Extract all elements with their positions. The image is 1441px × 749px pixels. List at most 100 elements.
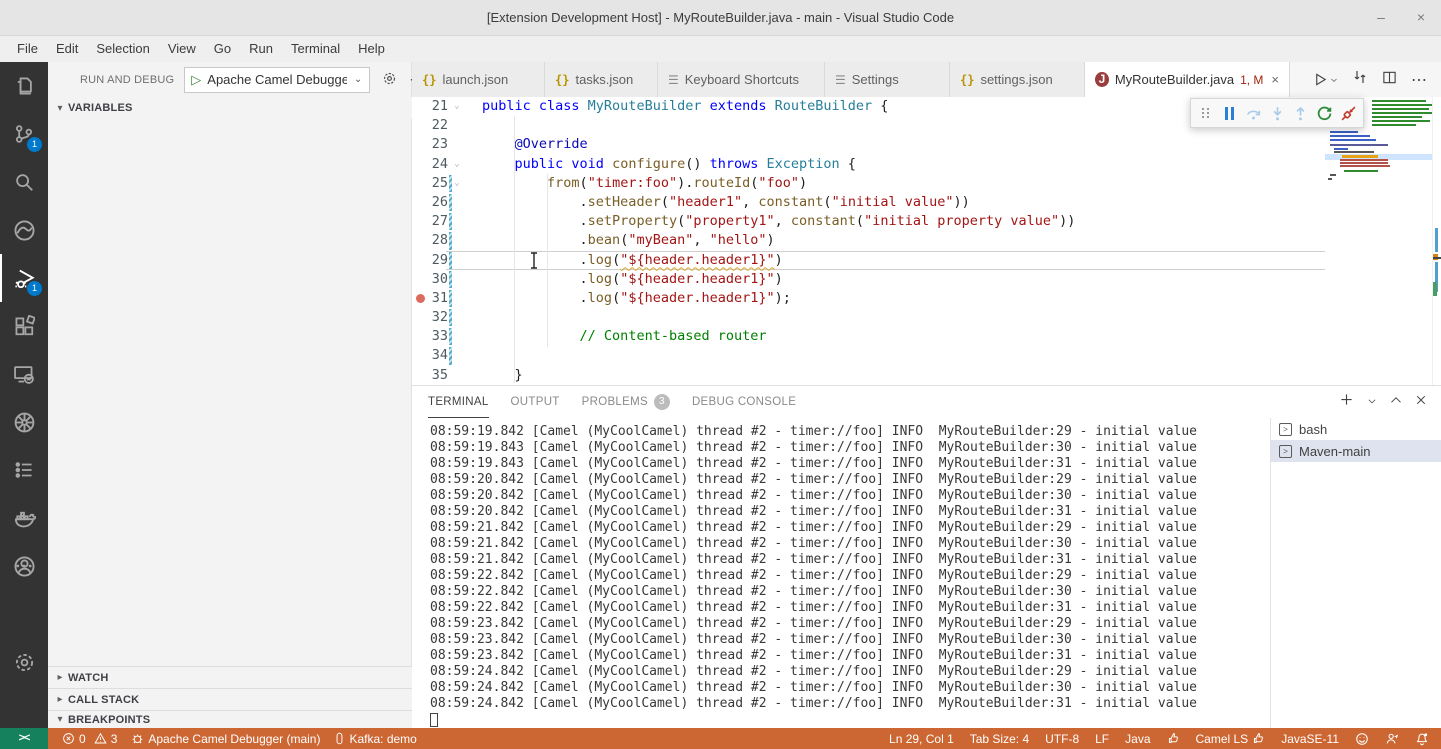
jdk-status[interactable]: JavaSE-11 [1281,732,1339,746]
kafka-status[interactable]: Kafka: demo [334,732,416,746]
code-text[interactable]: .setHeader("header1", constant("initial … [462,193,970,212]
open-changes-icon[interactable] [1352,69,1368,90]
code-line-33[interactable]: 33 // Content-based router [412,327,1441,346]
code-text[interactable]: // Content-based router [462,327,766,346]
menu-help[interactable]: Help [349,36,394,62]
run-java-button[interactable] [1313,72,1338,87]
code-text[interactable]: public void configure() throws Exception… [462,155,856,174]
account-status-icon[interactable] [1385,732,1399,746]
minimize-button[interactable]: – [1361,0,1401,36]
code-text[interactable]: public class MyRouteBuilder extends Rout… [462,97,888,116]
code-line-23[interactable]: 23 @Override [412,135,1441,154]
fold-chevron-icon[interactable] [452,327,462,346]
fold-chevron-icon[interactable] [452,135,462,154]
menu-edit[interactable]: Edit [47,36,87,62]
tab-debug-console[interactable]: DEBUG CONSOLE [692,387,796,417]
tab-problems[interactable]: PROBLEMS3 [582,387,670,417]
code-line-34[interactable]: 34 [412,346,1441,365]
search-icon[interactable] [0,158,48,206]
tab-output[interactable]: OUTPUT [511,387,560,417]
menu-view[interactable]: View [159,36,205,62]
feedback-smiley-icon[interactable] [1355,732,1369,746]
terminal-item-bash[interactable]: > bash [1271,418,1441,440]
breakpoint-gutter[interactable] [412,135,428,154]
code-text[interactable] [462,346,482,365]
fold-chevron-icon[interactable] [452,308,462,327]
close-panel-icon[interactable] [1415,393,1427,411]
settings-gear-icon[interactable] [0,638,48,686]
tab-tasks-json[interactable]: {} tasks.json [545,62,658,97]
call-stack-section-header[interactable]: ▸ CALL STACK [48,688,412,710]
toolbar-drag-handle[interactable] [1196,101,1216,125]
code-line-28[interactable]: 28 .bean("myBean", "hello") [412,231,1441,250]
tab-keyboard-shortcuts[interactable]: ☰ Keyboard Shortcuts [658,62,825,97]
code-text[interactable]: .setProperty("property1", constant("init… [462,212,1075,231]
extensions-icon[interactable] [0,302,48,350]
maximize-panel-icon[interactable] [1390,393,1402,411]
menu-selection[interactable]: Selection [87,36,158,62]
tab-launch-json[interactable]: {} launch.json [412,62,545,97]
code-text[interactable]: .bean("myBean", "hello") [462,231,775,250]
breakpoint-gutter[interactable] [412,212,428,231]
code-text[interactable] [462,308,482,327]
breakpoint-gutter[interactable] [412,366,428,385]
code-line-27[interactable]: 27 .setProperty("property1", constant("i… [412,212,1441,231]
fold-chevron-icon[interactable]: ⌄ [452,174,462,193]
code-line-29[interactable]: 29 .log("${header.header1}") [412,251,1441,270]
step-over-button[interactable] [1243,101,1263,125]
close-tab-icon[interactable]: × [1271,72,1279,87]
menu-file[interactable]: File [8,36,47,62]
checklist-icon[interactable] [0,446,48,494]
fold-chevron-icon[interactable] [452,231,462,250]
breakpoint-gutter[interactable] [412,346,428,365]
language-status-ok-icon[interactable] [1167,732,1180,745]
step-out-button[interactable] [1291,101,1311,125]
split-editor-icon[interactable] [1382,70,1397,90]
terminal-item-maven-main[interactable]: > Maven-main [1271,440,1441,462]
tab-terminal[interactable]: TERMINAL [428,387,489,418]
breakpoint-gutter[interactable] [412,155,428,174]
fold-chevron-icon[interactable] [452,212,462,231]
pause-button[interactable] [1220,101,1240,125]
breakpoint-gutter[interactable] [412,289,428,308]
run-and-debug-icon[interactable]: 1 [0,254,48,302]
problems-status[interactable]: 0 3 [62,732,117,746]
account-icon[interactable] [0,542,48,590]
breakpoint-gutter[interactable] [412,308,428,327]
breakpoint-gutter[interactable] [412,174,428,193]
breakpoint-gutter[interactable] [412,270,428,289]
code-text[interactable]: @Override [462,135,588,154]
tab-settings[interactable]: ☰ Settings [825,62,950,97]
fold-chevron-icon[interactable] [452,193,462,212]
menu-run[interactable]: Run [240,36,282,62]
start-debug-icon[interactable]: ▷ [185,72,207,88]
docker-icon[interactable] [0,494,48,542]
tab-myroutebuilder-java[interactable]: J MyRouteBuilder.java 1, M × [1085,62,1290,97]
launch-config-dropdown[interactable]: ▷ Apache Camel Debugge ⌄ [184,67,370,93]
menu-go[interactable]: Go [205,36,240,62]
tab-settings-json[interactable]: {} settings.json [950,62,1085,97]
explorer-icon[interactable] [0,62,48,110]
fold-chevron-icon[interactable] [452,251,462,270]
editor-more-icon[interactable]: ⋯ [1411,70,1427,90]
camel-icon[interactable] [0,206,48,254]
fold-chevron-icon[interactable] [452,346,462,365]
code-line-24[interactable]: 24⌄ public void configure() throws Excep… [412,155,1441,174]
code-line-31[interactable]: 31 .log("${header.header1}"); [412,289,1441,308]
watch-section-header[interactable]: ▸ WATCH [48,666,412,688]
kubernetes-icon[interactable] [0,398,48,446]
breakpoint-gutter[interactable] [412,251,428,270]
eol-status[interactable]: LF [1095,732,1109,746]
fold-chevron-icon[interactable] [452,366,462,385]
debugger-status[interactable]: Apache Camel Debugger (main) [131,732,320,746]
code-text[interactable] [462,116,482,135]
restart-button[interactable] [1315,101,1335,125]
fold-chevron-icon[interactable]: ⌄ [452,155,462,174]
breakpoints-section-header[interactable]: ▾ BREAKPOINTS [48,710,412,728]
bell-dot-icon[interactable] [1415,732,1429,746]
breakpoint-gutter[interactable] [412,97,428,116]
remote-explorer-icon[interactable] [0,350,48,398]
code-text[interactable]: .log("${header.header1}"); [462,289,791,308]
close-window-button[interactable]: × [1401,0,1441,36]
disconnect-button[interactable] [1338,101,1358,125]
